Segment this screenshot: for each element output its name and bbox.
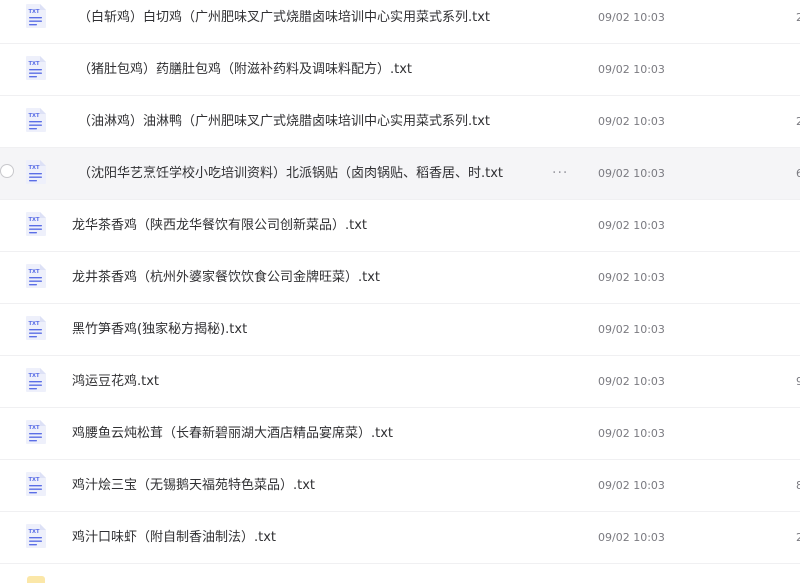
- svg-text:TXT: TXT: [29, 477, 41, 483]
- txt-file-icon: TXT: [26, 472, 46, 496]
- svg-text:TXT: TXT: [29, 217, 41, 223]
- txt-file-icon: TXT: [26, 368, 46, 392]
- file-row[interactable]: TXT （白斩鸡）白切鸡（广州肥味叉广式烧腊卤味培训中心实用菜式系列.txt 09/…: [0, 0, 800, 44]
- txt-file-icon: TXT: [26, 316, 46, 340]
- file-modified-time: 09/02 10:03: [598, 375, 665, 388]
- file-row[interactable]: TXT 鸡汁烩三宝（无锡鹅天福苑特色菜品）.txt 09/02 10:03 8: [0, 460, 800, 512]
- file-row[interactable]: TXT 鸡汁口味虾（附自制香油制法）.txt 09/02 10:03 2: [0, 512, 800, 564]
- file-name[interactable]: 鸡汁烩三宝（无锡鹅天福苑特色菜品）.txt: [72, 460, 315, 512]
- file-name[interactable]: （白斩鸡）白切鸡（广州肥味叉广式烧腊卤味培训中心实用菜式系列.txt: [78, 0, 490, 44]
- txt-file-icon: TXT: [26, 420, 46, 444]
- file-name[interactable]: 龙华茶香鸡（陕西龙华餐饮有限公司创新菜品）.txt: [72, 200, 367, 252]
- txt-file-icon: TXT: [26, 524, 46, 548]
- file-name[interactable]: （猪肚包鸡）药膳肚包鸡（附滋补药料及调味料配方）.txt: [78, 44, 412, 96]
- file-row[interactable]: TXT 鸡腰鱼云炖松茸（长春新碧丽湖大酒店精品宴席菜）.txt 09/02 10:0…: [0, 408, 800, 460]
- txt-file-icon: TXT: [26, 212, 46, 236]
- file-modified-time: 09/02 10:03: [598, 531, 665, 544]
- file-modified-time: 09/02 10:03: [598, 219, 665, 232]
- file-size: 2: [796, 115, 800, 128]
- svg-text:TXT: TXT: [29, 61, 41, 67]
- folder-icon: [27, 576, 45, 583]
- file-modified-time: 09/02 10:03: [598, 479, 665, 492]
- file-name[interactable]: （油淋鸡）油淋鸭（广州肥味叉广式烧腊卤味培训中心实用菜式系列.txt: [78, 96, 490, 148]
- more-options-icon[interactable]: ···: [552, 148, 568, 200]
- file-name[interactable]: （沈阳华艺烹饪学校小吃培训资料）北派锅贴（卤肉锅贴、稻香居、时.txt: [78, 148, 503, 200]
- svg-text:TXT: TXT: [29, 269, 41, 275]
- txt-file-icon: TXT: [26, 108, 46, 132]
- row-checkbox[interactable]: [0, 164, 14, 178]
- txt-file-icon: TXT: [26, 160, 46, 184]
- file-modified-time: 09/02 10:03: [598, 427, 665, 440]
- svg-text:TXT: TXT: [29, 165, 41, 171]
- file-list: TXT （白斩鸡）白切鸡（广州肥味叉广式烧腊卤味培训中心实用菜式系列.txt 09/…: [0, 0, 800, 583]
- svg-text:TXT: TXT: [29, 529, 41, 535]
- file-size: 2: [796, 11, 800, 24]
- file-name[interactable]: 鸡腰鱼云炖松茸（长春新碧丽湖大酒店精品宴席菜）.txt: [72, 408, 393, 460]
- svg-text:TXT: TXT: [29, 373, 41, 379]
- file-modified-time: 09/02 10:03: [598, 167, 665, 180]
- file-name[interactable]: 鸡汁口味虾（附自制香油制法）.txt: [72, 512, 276, 564]
- file-name[interactable]: 龙井茶香鸡（杭州外婆家餐饮饮食公司金牌旺菜）.txt: [72, 252, 380, 304]
- file-modified-time: 09/02 10:03: [598, 115, 665, 128]
- svg-text:TXT: TXT: [29, 113, 41, 119]
- txt-file-icon: TXT: [26, 264, 46, 288]
- txt-file-icon: TXT: [26, 56, 46, 80]
- file-size: 9: [796, 375, 800, 388]
- file-modified-time: 09/02 10:03: [598, 63, 665, 76]
- file-row[interactable]: TXT （油淋鸡）油淋鸭（广州肥味叉广式烧腊卤味培训中心实用菜式系列.txt 09/…: [0, 96, 800, 148]
- svg-text:TXT: TXT: [29, 321, 41, 327]
- svg-text:TXT: TXT: [29, 9, 41, 15]
- file-row[interactable]: TXT （沈阳华艺烹饪学校小吃培训资料）北派锅贴（卤肉锅贴、稻香居、时.txt ··…: [0, 148, 800, 200]
- file-modified-time: 09/02 10:03: [598, 11, 665, 24]
- file-row[interactable]: TXT 龙华茶香鸡（陕西龙华餐饮有限公司创新菜品）.txt 09/02 10:03: [0, 200, 800, 252]
- file-row[interactable]: TXT 鸿运豆花鸡.txt 09/02 10:03 9: [0, 356, 800, 408]
- file-name[interactable]: 黑竹笋香鸡(独家秘方揭秘).txt: [72, 304, 247, 356]
- file-size: 6: [796, 167, 800, 180]
- file-row[interactable]: TXT （猪肚包鸡）药膳肚包鸡（附滋补药料及调味料配方）.txt 09/02 10:…: [0, 44, 800, 96]
- file-modified-time: 09/02 10:03: [598, 271, 665, 284]
- file-name[interactable]: 鸿运豆花鸡.txt: [72, 356, 159, 408]
- file-row[interactable]: TXT 黑竹笋香鸡(独家秘方揭秘).txt 09/02 10:03: [0, 304, 800, 356]
- file-size: 2: [796, 531, 800, 544]
- file-size: 8: [796, 479, 800, 492]
- file-modified-time: 09/02 10:03: [598, 323, 665, 336]
- file-row[interactable]: TXT 龙井茶香鸡（杭州外婆家餐饮饮食公司金牌旺菜）.txt 09/02 10:03: [0, 252, 800, 304]
- txt-file-icon: TXT: [26, 4, 46, 28]
- svg-text:TXT: TXT: [29, 425, 41, 431]
